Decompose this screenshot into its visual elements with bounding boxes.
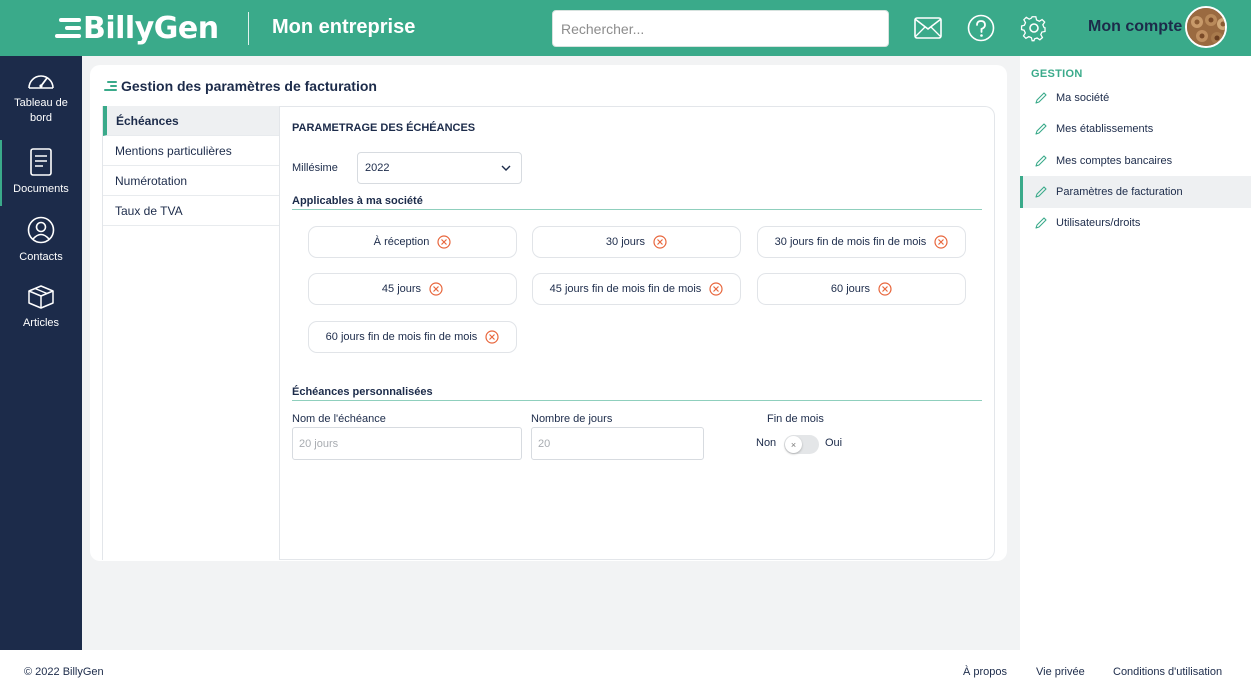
sidebar-item-label: Documents (13, 183, 69, 195)
sidebar-item-label: Articles (22, 317, 60, 329)
settings-link-mes-comptes-bancaires[interactable]: Mes comptes bancaires (1020, 145, 1251, 177)
company-name: Mon entreprise (272, 16, 416, 38)
footer-link-a-propos[interactable]: À propos (963, 666, 1007, 678)
remove-circle-icon[interactable] (709, 282, 723, 296)
end-month-label: Fin de mois (767, 413, 824, 425)
sidebar-item-label: Tableau de bord (14, 97, 68, 124)
settings-link-mes-etablissements[interactable]: Mes établissements (1020, 113, 1251, 145)
remove-circle-icon[interactable] (429, 282, 443, 296)
title-bars-icon (103, 80, 117, 92)
millesime-select[interactable]: 2022 (357, 152, 522, 184)
close-icon: × (790, 439, 797, 450)
remove-circle-icon[interactable] (878, 282, 892, 296)
applicable-heading: Applicables à ma société (292, 195, 982, 210)
pencil-icon (1034, 154, 1048, 168)
sidebar-item-contacts[interactable]: Contacts (0, 216, 82, 265)
settings-link-ma-societe[interactable]: Ma société (1020, 82, 1251, 114)
tab-numerotation[interactable]: Numérotation (103, 166, 279, 196)
footer-link-conditions[interactable]: Conditions d'utilisation (1113, 666, 1222, 678)
pencil-icon (1034, 91, 1048, 105)
footer: © 2022 BillyGen À propos Vie privée Cond… (0, 650, 1251, 697)
footer-link-vie-privee[interactable]: Vie privée (1036, 666, 1085, 678)
top-header: BillyGen Mon entreprise Mon compte (0, 0, 1251, 56)
sidebar-item-tableau-de-bord[interactable]: Tableau de bord (0, 70, 82, 126)
chip-45-jours: 45 jours (308, 273, 517, 305)
echeance-name-input[interactable] (292, 427, 522, 460)
toggle-off-label: Non (756, 437, 777, 449)
help-icon[interactable] (967, 14, 995, 42)
remove-circle-icon[interactable] (485, 330, 499, 344)
left-sidebar: Tableau de bord Documents Contacts Artic… (0, 56, 82, 650)
remove-circle-icon[interactable] (437, 235, 451, 249)
days-label: Nombre de jours (531, 413, 613, 425)
logo-bars-icon (55, 16, 81, 40)
custom-heading: Échéances personnalisées (292, 386, 982, 401)
toggle-knob: × (785, 436, 802, 453)
settings-link-parametres-facturation[interactable]: Paramètres de facturation (1020, 176, 1251, 208)
settings-tabs: Échéances Mentions particulières Numérot… (102, 106, 280, 560)
chip-30-jours-fin-de-mois: 30 jours fin de mois fin de mois (757, 226, 966, 258)
tab-taux-de-tva[interactable]: Taux de TVA (103, 196, 279, 226)
chevron-down-icon (501, 163, 511, 176)
remove-circle-icon[interactable] (934, 235, 948, 249)
chip-30-jours: 30 jours (532, 226, 741, 258)
mail-icon[interactable] (914, 14, 942, 42)
name-label: Nom de l'échéance (292, 413, 386, 425)
copyright-text: © 2022 BillyGen (24, 666, 104, 678)
chip-45-jours-fin-de-mois: 45 jours fin de mois fin de mois (532, 273, 741, 305)
millesime-value: 2022 (365, 162, 390, 174)
chip-60-jours-fin-de-mois: 60 jours fin de mois fin de mois (308, 321, 517, 353)
tab-echeances[interactable]: Échéances (103, 106, 279, 136)
header-divider (248, 12, 249, 45)
pencil-icon (1034, 185, 1048, 199)
gear-icon[interactable] (1020, 14, 1048, 42)
sidebar-item-label: Contacts (19, 251, 63, 263)
toggle-on-label: Oui (825, 437, 843, 449)
chip-a-reception: À réception (308, 226, 517, 258)
settings-link-utilisateurs-droits[interactable]: Utilisateurs/droits (1020, 207, 1251, 239)
box-icon (0, 284, 82, 310)
gestion-heading: GESTION (1031, 68, 1083, 80)
remove-circle-icon[interactable] (653, 235, 667, 249)
section-title: PARAMETRAGE DES ÉCHÉANCES (292, 122, 476, 134)
account-label[interactable]: Mon compte (1088, 18, 1182, 36)
end-month-toggle[interactable]: × (784, 435, 819, 454)
user-icon (0, 216, 82, 244)
billygen-logo[interactable]: BillyGen (55, 10, 219, 46)
pencil-icon (1034, 216, 1048, 230)
millesime-label: Millésime (292, 162, 338, 174)
dashboard-gauge-icon (0, 70, 82, 90)
days-input[interactable] (531, 427, 704, 460)
tab-mentions-particulieres[interactable]: Mentions particulières (103, 136, 279, 166)
account-avatar[interactable] (1185, 6, 1227, 48)
logo-text: BillyGen (83, 10, 219, 46)
chip-60-jours: 60 jours (757, 273, 966, 305)
search-input[interactable] (552, 10, 889, 47)
pencil-icon (1034, 122, 1048, 136)
document-icon (0, 148, 82, 176)
page-title: Gestion des paramètres de facturation (103, 78, 377, 94)
sidebar-item-documents[interactable]: Documents (0, 148, 82, 197)
sidebar-item-articles[interactable]: Articles (0, 284, 82, 331)
